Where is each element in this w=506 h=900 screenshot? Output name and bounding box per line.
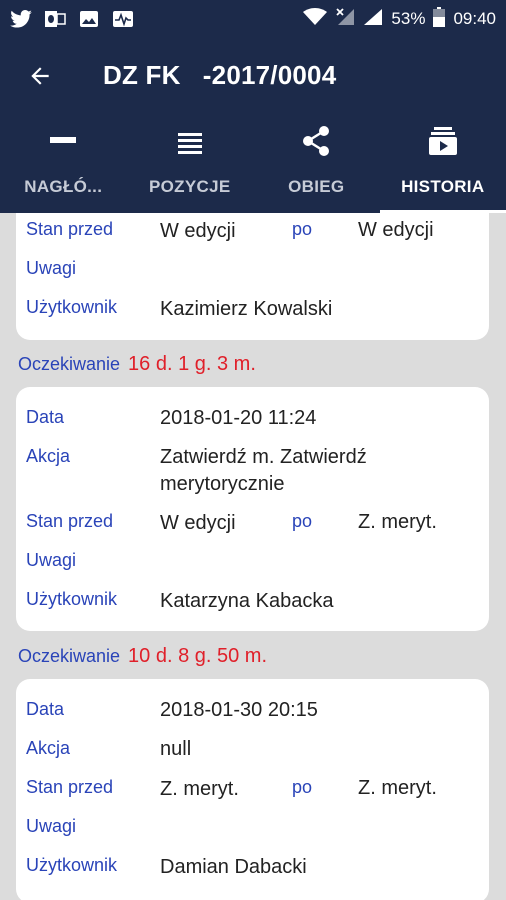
wait-time: Oczekiwanie 10 d. 8 g. 50 m. xyxy=(18,645,267,668)
oczekiwanie-value: 16 d. 1 g. 3 m. xyxy=(128,353,256,375)
po-value: Z. meryt. xyxy=(358,511,437,533)
history-card: Data 2018-01-20 11:24 Akcja Zatwierdź m.… xyxy=(16,387,489,631)
tab-label: POZYCJE xyxy=(149,177,231,196)
tab-label: NAGŁÓ... xyxy=(24,177,103,196)
tab-bar: NAGŁÓ... POZYCJE OBIEG HISTORIA xyxy=(0,113,506,213)
po-value: W edycji xyxy=(358,219,434,241)
tab-pozycje[interactable]: POZYCJE xyxy=(127,113,254,213)
history-list[interactable]: Stan przed W edycji po W edycji Uwagi Uż… xyxy=(0,213,506,900)
uzytkownik-value: Damian Dabacki xyxy=(160,856,307,878)
tab-label: OBIEG xyxy=(288,177,345,196)
battery-icon xyxy=(433,6,446,32)
stan-przed-label: Stan przed xyxy=(26,219,114,239)
share-icon xyxy=(303,126,330,156)
page-title: DZ FK -2017/0004 xyxy=(103,60,337,90)
app-bar: DZ FK -2017/0004 xyxy=(0,38,506,113)
akcja-label: Akcja xyxy=(26,738,71,758)
uzytkownik-label: Użytkownik xyxy=(26,855,118,875)
status-bar: 53% 09:40 xyxy=(0,0,506,38)
uzytkownik-label: Użytkownik xyxy=(26,589,118,609)
wifi-icon xyxy=(303,7,328,31)
data-label: Data xyxy=(26,699,65,719)
data-value: 2018-01-20 11:24 xyxy=(160,407,317,429)
stan-przed-label: Stan przed xyxy=(26,511,114,531)
history-card: Stan przed W edycji po W edycji Uwagi Uż… xyxy=(16,213,489,340)
twitter-icon xyxy=(10,9,32,29)
akcja-label: Akcja xyxy=(26,446,71,466)
arrow-back-icon xyxy=(31,66,49,85)
tab-historia[interactable]: HISTORIA xyxy=(379,113,506,213)
header-icon xyxy=(50,137,77,143)
uwagi-label: Uwagi xyxy=(26,550,77,570)
tab-obieg[interactable]: OBIEG xyxy=(253,113,380,213)
activity-icon xyxy=(112,9,134,29)
history-card: Data 2018-01-30 20:15 Akcja null Stan pr… xyxy=(16,679,489,900)
data-value: 2018-01-30 20:15 xyxy=(160,699,318,721)
tab-label: HISTORIA xyxy=(401,177,485,196)
list-icon xyxy=(177,133,202,154)
uzytkownik-value: Katarzyna Kabacka xyxy=(160,590,334,612)
data-label: Data xyxy=(26,407,65,427)
oczekiwanie-value: 10 d. 8 g. 50 m. xyxy=(128,645,268,667)
po-label: po xyxy=(292,511,313,531)
uwagi-label: Uwagi xyxy=(26,816,77,836)
image-icon xyxy=(78,9,100,29)
tab-naglowek[interactable]: NAGŁÓ... xyxy=(0,113,127,213)
akcja-value: Zatwierdź m. Zatwierdź merytorycznie xyxy=(160,446,367,495)
po-value: Z. meryt. xyxy=(358,777,437,799)
clock: 09:40 xyxy=(453,9,496,28)
akcja-value: null xyxy=(160,738,192,760)
history-icon xyxy=(428,127,457,155)
signal-icon xyxy=(363,8,383,31)
wait-time: Oczekiwanie 16 d. 1 g. 3 m. xyxy=(18,353,256,376)
oczekiwanie-label: Oczekiwanie xyxy=(18,354,121,374)
oczekiwanie-label: Oczekiwanie xyxy=(18,646,121,666)
uwagi-label: Uwagi xyxy=(26,258,77,278)
back-button[interactable] xyxy=(10,46,70,106)
uzytkownik-value: Kazimierz Kowalski xyxy=(160,298,333,320)
outlook-icon xyxy=(44,9,66,29)
po-label: po xyxy=(292,219,313,239)
uzytkownik-label: Użytkownik xyxy=(26,297,118,317)
battery-percent: 53% xyxy=(391,9,426,28)
stan-przed-label: Stan przed xyxy=(26,777,114,797)
signal-off-icon xyxy=(335,7,355,31)
po-label: po xyxy=(292,777,313,797)
